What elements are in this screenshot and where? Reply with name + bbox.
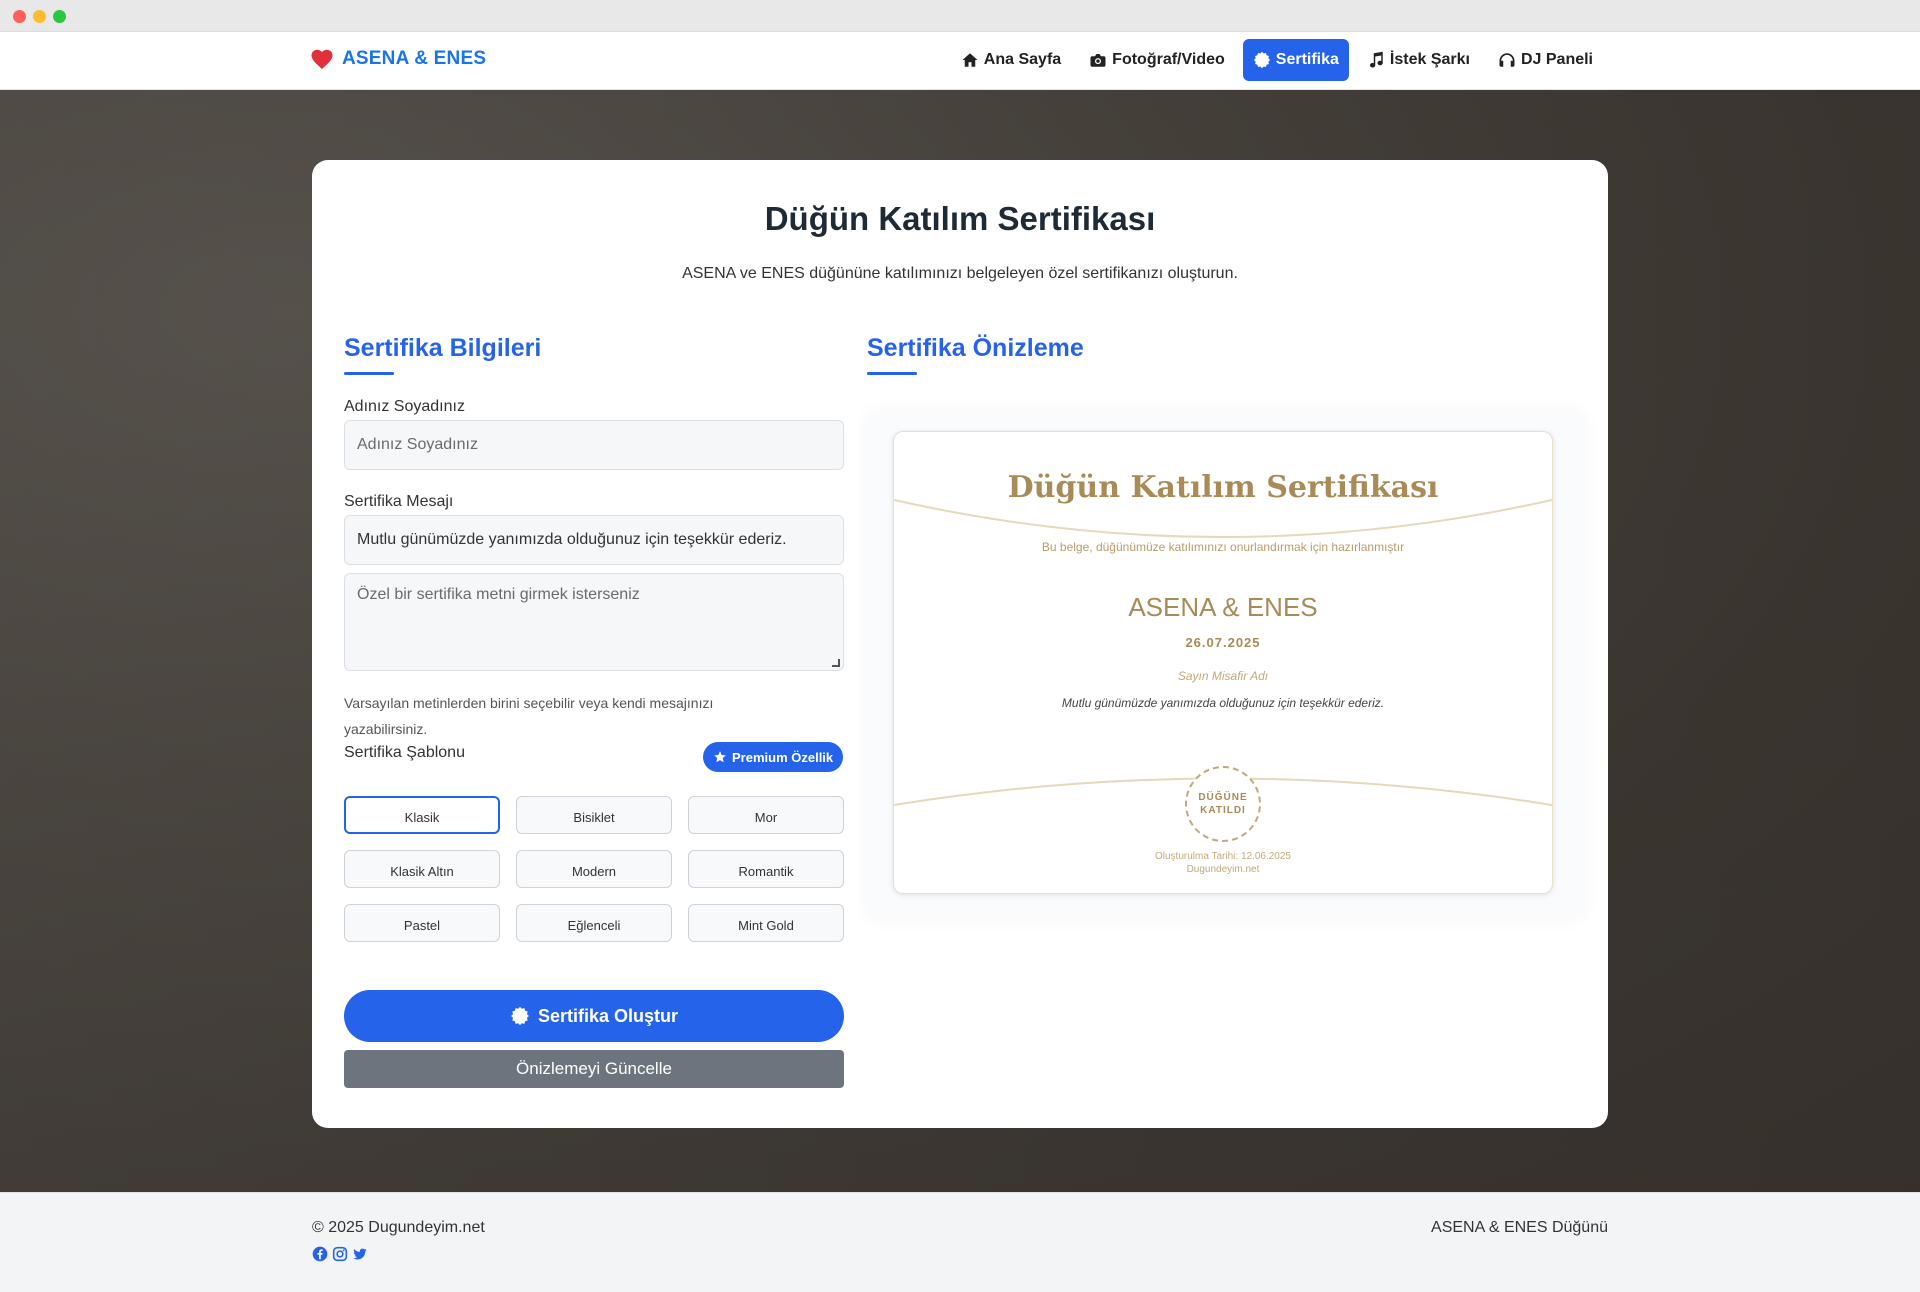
certificate-card: Düğün Katılım Sertifikası ASENA ve ENES …: [312, 160, 1608, 1128]
create-certificate-button[interactable]: Sertifika Oluştur: [344, 990, 844, 1042]
custom-text-textarea[interactable]: Özel bir sertifika metni girmek istersen…: [344, 573, 844, 671]
certificate-icon: [511, 1006, 529, 1026]
seal-line-2: KATILDI: [1200, 805, 1246, 816]
template-option-bisiklet[interactable]: Bisiklet: [516, 796, 672, 834]
create-certificate-label: Sertifika Oluştur: [537, 1005, 679, 1026]
nav-item-home[interactable]: Ana Sayfa: [951, 39, 1071, 81]
seal-line-1: DÜĞÜNE: [1198, 792, 1248, 803]
nav-item-certificate[interactable]: Sertifika: [1242, 39, 1349, 81]
template-option-modern[interactable]: Modern: [516, 850, 672, 888]
brand-name: ASENA & ENES: [342, 48, 487, 69]
template-grid: Klasik Bisiklet Mor Klasik Altın Modern …: [344, 796, 844, 942]
premium-badge[interactable]: Premium Özellik: [703, 742, 844, 772]
navbar: ASENA & ENES Ana Sayfa Fotoğraf/Video Se…: [0, 32, 1920, 90]
attendance-seal: DÜĞÜNE KATILDI: [1185, 766, 1261, 842]
template-option-pastel[interactable]: Pastel: [344, 904, 500, 942]
close-window-button[interactable]: [13, 10, 26, 23]
nav-item-photo-video[interactable]: Fotoğraf/Video: [1079, 39, 1235, 81]
nav-item-song-request[interactable]: İstek Şarkı: [1357, 39, 1480, 81]
footer-wedding-name: ASENA & ENES Düğünü: [1431, 1219, 1608, 1236]
certificate-title: Düğün Katılım Sertifikası: [1007, 470, 1439, 505]
template-option-mint-gold[interactable]: Mint Gold: [688, 904, 844, 942]
wedding-date: 26.07.2025: [1185, 635, 1261, 650]
instagram-icon[interactable]: [332, 1246, 348, 1262]
twitter-icon[interactable]: [352, 1246, 368, 1262]
certificate-message: Mutlu günümüzde yanımızda olduğunuz için…: [1061, 696, 1385, 710]
page-subtitle: ASENA ve ENES düğününe katılımınızı belg…: [682, 265, 1238, 282]
maximize-window-button[interactable]: [53, 10, 66, 23]
certificate-icon: [1253, 51, 1270, 69]
message-hint: Varsayılan metinlerden birini seçebilir …: [344, 695, 714, 737]
nav-item-label: Sertifika: [1275, 51, 1339, 68]
created-date: Oluşturulma Tarihi: 12.06.2025: [1154, 851, 1291, 862]
update-preview-button[interactable]: Önizlemeyi Güncelle: [344, 1050, 844, 1088]
couple-names: ASENA & ENES: [1128, 592, 1318, 622]
headphones-icon: [1499, 53, 1515, 67]
star-icon: [714, 751, 726, 763]
nav-item-label: Fotoğraf/Video: [1112, 51, 1225, 68]
page-title: Düğün Katılım Sertifikası: [764, 200, 1156, 237]
social-links: [312, 1246, 368, 1262]
footer: © 2025 Dugundeyim.net ASENA & ENES Düğün…: [0, 1192, 1920, 1292]
brand-link[interactable]: ASENA & ENES: [310, 48, 486, 70]
nav-item-label: Ana Sayfa: [983, 51, 1062, 68]
message-label: Sertifika Mesajı: [344, 493, 454, 510]
site-name: Dugundeyim.net: [1186, 864, 1260, 875]
facebook-icon[interactable]: [312, 1246, 328, 1262]
heart-icon: [311, 49, 333, 69]
custom-text-placeholder: Özel bir sertifika metni girmek istersen…: [357, 586, 640, 603]
form-section-title: Sertifika Bilgileri: [344, 334, 542, 362]
window-titlebar: [0, 0, 1920, 32]
template-label: Sertifika Şablonu: [344, 744, 465, 761]
copyright-text: © 2025 Dugundeyim.net: [312, 1219, 485, 1236]
preview-section-title: Sertifika Önizleme: [867, 334, 1084, 362]
name-input[interactable]: Adınız Soyadınız: [344, 420, 844, 470]
template-option-romantik[interactable]: Romantik: [688, 850, 844, 888]
camera-icon: [1090, 54, 1106, 67]
minimize-window-button[interactable]: [33, 10, 46, 23]
main-nav: Ana Sayfa Fotoğraf/Video Sertifika İstek…: [951, 38, 1603, 82]
preview-panel: Düğün Katılım Sertifikası Bu belge, düğü…: [867, 410, 1585, 920]
premium-badge-label: Premium Özellik: [732, 749, 834, 765]
resize-handle[interactable]: [832, 659, 840, 667]
certificate-footer: Oluşturulma Tarihi: 12.06.2025 Dugundeyi…: [894, 850, 1552, 876]
nav-item-label: İstek Şarkı: [1389, 51, 1470, 68]
nav-item-label: DJ Paneli: [1520, 51, 1593, 68]
guest-name: Sayın Misafir Adı: [1177, 669, 1269, 683]
template-option-klasik[interactable]: Klasik: [344, 796, 500, 834]
music-icon: [1369, 51, 1383, 68]
home-icon: [962, 53, 978, 67]
form-section-underline: [344, 372, 394, 375]
certificate-preview: Düğün Katılım Sertifikası Bu belge, düğü…: [893, 431, 1553, 894]
certificate-subtitle: Bu belge, düğünümüze katılımınızı onurla…: [1041, 540, 1405, 554]
name-label: Adınız Soyadınız: [344, 398, 465, 415]
nav-item-dj-panel[interactable]: DJ Paneli: [1488, 39, 1603, 81]
template-option-mor[interactable]: Mor: [688, 796, 844, 834]
template-option-klasik-altin[interactable]: Klasik Altın: [344, 850, 500, 888]
preview-section-underline: [867, 372, 917, 375]
template-option-eglenceli[interactable]: Eğlenceli: [516, 904, 672, 942]
message-input[interactable]: Mutlu günümüzde yanımızda olduğunuz için…: [344, 515, 844, 565]
